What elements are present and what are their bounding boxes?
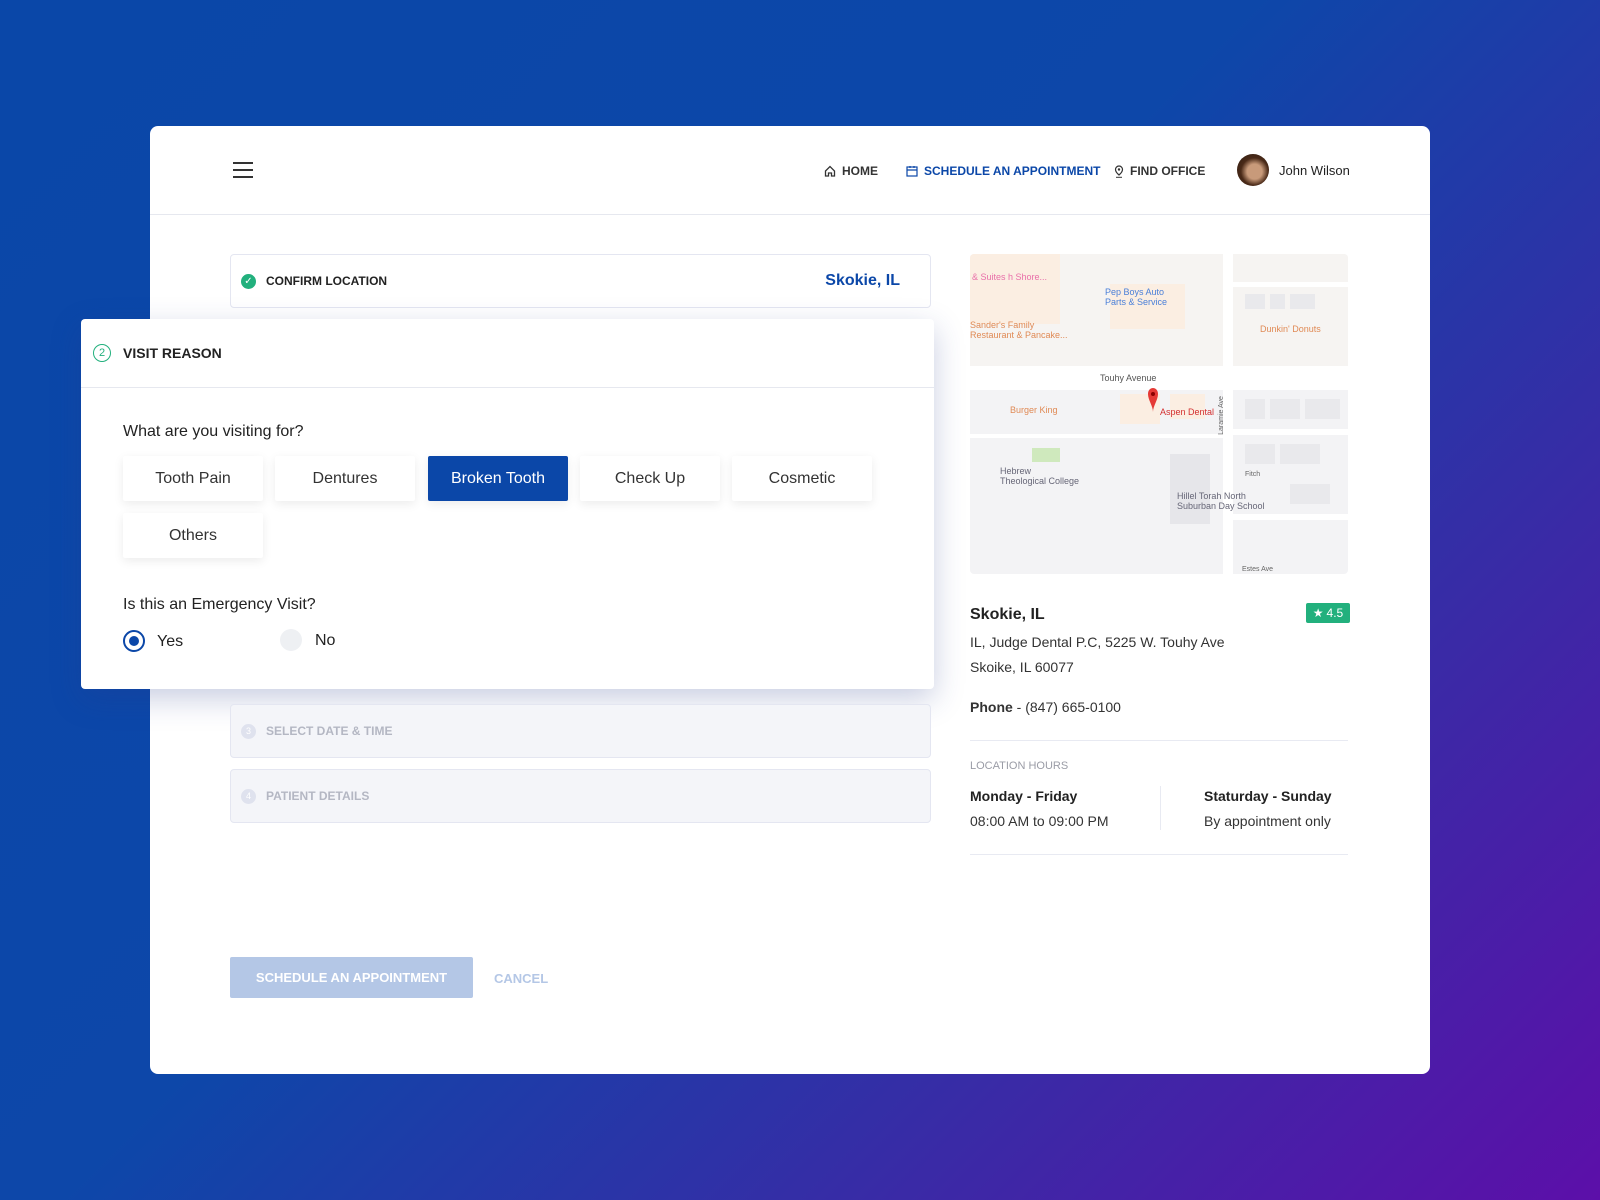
nav-find-office[interactable]: FIND OFFICE (1114, 164, 1205, 178)
emergency-no-label[interactable]: No (315, 632, 335, 650)
location-name: Skokie, IL (970, 606, 1045, 623)
map-label-touhy: Touhy Avenue (1100, 373, 1157, 383)
nav-home-label: HOME (842, 164, 878, 178)
map-label-hotel: & Suites h Shore... (972, 272, 1048, 282)
weekend-hours: By appointment only (1204, 813, 1331, 829)
location-pin-icon (1114, 164, 1124, 178)
option-dentures[interactable]: Dentures (275, 456, 415, 501)
menu-icon[interactable] (233, 162, 253, 178)
weekday-label: Monday - Friday (970, 788, 1078, 804)
star-icon: ★ (1312, 606, 1324, 620)
nav-home[interactable]: HOME (824, 164, 878, 178)
emergency-yes-label[interactable]: Yes (157, 633, 183, 651)
home-icon (824, 165, 836, 177)
address-line-1: IL, Judge Dental P.C, 5225 W. Touhy Ave (970, 634, 1225, 650)
weekday-hours: 08:00 AM to 09:00 PM (970, 813, 1109, 829)
map-label-hebrew: Hebrew Theological College (1000, 466, 1080, 486)
map-label-pepboys: Pep Boys Auto Parts & Service (1105, 287, 1168, 307)
visit-reason-panel: 2 VISIT REASON What are you visiting for… (81, 319, 934, 689)
step-number-icon: 4 (241, 788, 256, 804)
visit-reason-header: 2 VISIT REASON (81, 319, 934, 388)
emergency-no-radio[interactable] (280, 629, 302, 651)
step-label: SELECT DATE & TIME (266, 724, 393, 738)
map[interactable]: & Suites h Shore... Pep Boys Auto Parts … (970, 254, 1348, 574)
option-check-up[interactable]: Check Up (580, 456, 720, 501)
check-circle-icon: ✓ (241, 273, 256, 289)
step-number-icon: 3 (241, 723, 256, 739)
avatar[interactable] (1237, 154, 1269, 186)
rating-badge: ★ 4.5 (1306, 603, 1350, 623)
option-others[interactable]: Others (123, 513, 263, 558)
divider (970, 740, 1348, 741)
nav-find-office-label: FIND OFFICE (1130, 164, 1206, 178)
map-label-dunkin: Dunkin' Donuts (1260, 324, 1321, 334)
confirmed-location: Skokie, IL (825, 272, 900, 289)
step-confirm-location[interactable]: ✓ CONFIRM LOCATION Skokie, IL (230, 254, 931, 308)
step-label: VISIT REASON (123, 345, 222, 361)
rating-value: 4.5 (1326, 606, 1344, 620)
map-label-laramie: Laramie Ave (1217, 396, 1225, 435)
phone-number[interactable]: - (847) 665-0100 (1013, 699, 1121, 715)
emergency-yes-radio[interactable] (123, 630, 145, 652)
emergency-question: Is this an Emergency Visit? (123, 596, 316, 613)
map-label-burger-king: Burger King (1010, 405, 1058, 415)
cancel-button[interactable]: CANCEL (494, 971, 548, 986)
step-label: CONFIRM LOCATION (266, 274, 388, 288)
step-select-date-time[interactable]: 3 SELECT DATE & TIME (230, 704, 931, 758)
step-patient-details[interactable]: 4 PATIENT DETAILS (230, 769, 931, 823)
step-number-icon: 2 (93, 344, 111, 362)
user-name[interactable]: John Wilson (1279, 163, 1350, 178)
address-line-2: Skoike, IL 60077 (970, 659, 1074, 675)
option-tooth-pain[interactable]: Tooth Pain (123, 456, 263, 501)
phone: Phone - (847) 665-0100 (970, 699, 1121, 715)
option-broken-tooth[interactable]: Broken Tooth (428, 456, 568, 501)
hours-title: LOCATION HOURS (970, 760, 1069, 772)
header-divider (150, 214, 1430, 215)
nav-schedule-label: SCHEDULE AN APPOINTMENT (924, 164, 1101, 178)
map-label-hillel: Hillel Torah North Suburban Day School (1177, 491, 1265, 511)
option-cosmetic[interactable]: Cosmetic (732, 456, 872, 501)
hours-divider (1160, 786, 1161, 830)
schedule-appointment-button[interactable]: SCHEDULE AN APPOINTMENT (230, 957, 473, 998)
map-label-fitch: Fitch (1245, 471, 1261, 478)
visit-question: What are you visiting for? (123, 423, 304, 440)
calendar-icon (906, 166, 918, 177)
weekend-label: Staturday - Sunday (1204, 788, 1332, 804)
map-label-estes: Estes Ave (1242, 566, 1274, 573)
step-label: PATIENT DETAILS (266, 789, 370, 803)
divider (970, 854, 1348, 855)
map-label-aspen-dental: Aspen Dental (1160, 407, 1215, 417)
map-label-sanders: Sander's Family Restaurant & Pancake... (970, 320, 1068, 340)
phone-label: Phone (970, 699, 1013, 715)
nav-schedule[interactable]: SCHEDULE AN APPOINTMENT (906, 164, 1100, 178)
